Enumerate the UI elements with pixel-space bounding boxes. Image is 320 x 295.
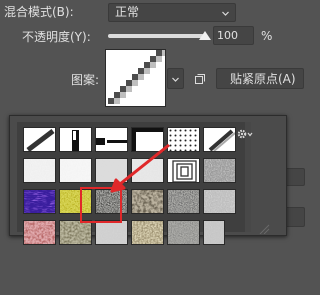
pattern-tile-tan-sand[interactable]	[131, 220, 164, 245]
gear-icon[interactable]	[236, 127, 254, 141]
pattern-tile-vertical-bar[interactable]	[59, 127, 92, 152]
pattern-dropdown-button[interactable]	[167, 68, 184, 89]
chevron-down-icon	[172, 77, 179, 82]
snap-to-origin-label: 贴紧原点(A)	[230, 72, 296, 86]
pattern-tile-gray-marble[interactable]	[203, 158, 236, 183]
annotation-arrow	[110, 143, 170, 193]
pattern-preview-swatch	[106, 50, 165, 106]
chevron-down-icon	[222, 11, 229, 16]
pattern-tile-white-cloth[interactable]	[59, 158, 92, 183]
pattern-label: 图案:	[71, 73, 100, 87]
pattern-preview[interactable]	[105, 49, 166, 107]
pattern-tile-gray-cement[interactable]	[167, 220, 200, 245]
resize-grip-icon[interactable]	[258, 224, 270, 234]
pattern-tile-olive-stone[interactable]	[59, 220, 92, 245]
blend-mode-select[interactable]: 正常	[108, 3, 236, 22]
pattern-tile-partial-tile[interactable]	[203, 220, 225, 245]
pattern-tile-white-plaster[interactable]	[95, 220, 128, 245]
snap-to-origin-button[interactable]: 贴紧原点(A)	[216, 68, 304, 89]
opacity-input[interactable]: 100	[213, 26, 254, 45]
blend-mode-label: 混合模式(B):	[4, 5, 74, 19]
pattern-tile-diagonal-line-small[interactable]	[203, 127, 236, 152]
pattern-tile-pink-rock[interactable]	[23, 220, 56, 245]
opacity-label: 不透明度(Y):	[22, 30, 91, 44]
pattern-tile-diagonal-thick-line[interactable]	[23, 127, 56, 152]
opacity-value: 100	[217, 29, 238, 42]
opacity-slider-track[interactable]	[108, 34, 204, 38]
pattern-tile-blue-silk[interactable]	[23, 189, 56, 214]
opacity-slider-thumb[interactable]	[199, 31, 211, 40]
blend-mode-value: 正常	[115, 5, 140, 19]
opacity-unit: %	[261, 29, 273, 43]
pattern-tile-white-rough[interactable]	[23, 158, 56, 183]
new-preset-icon[interactable]	[194, 73, 206, 85]
pattern-tile-light-granite[interactable]	[203, 189, 236, 214]
